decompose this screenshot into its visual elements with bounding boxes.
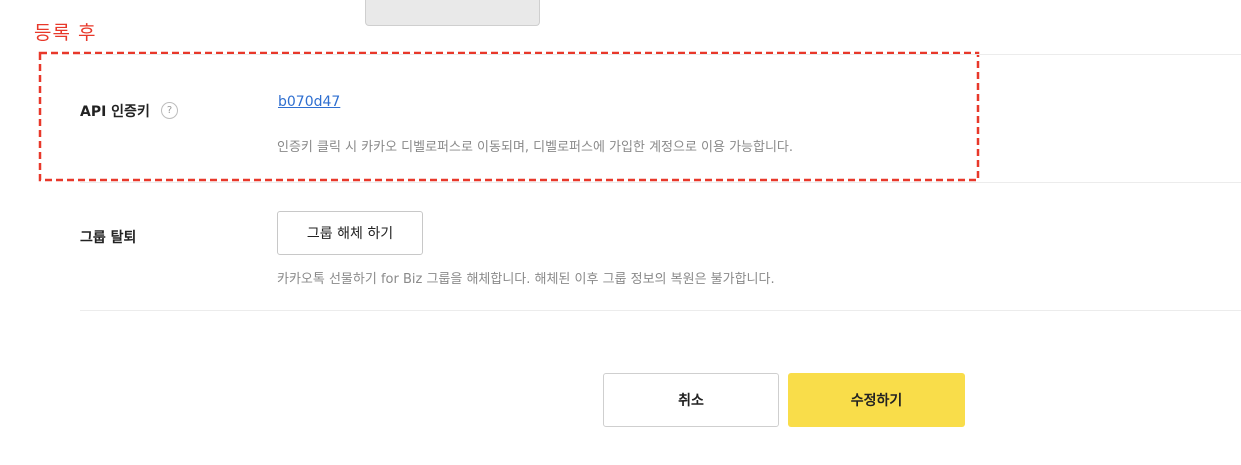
- partial-button[interactable]: [365, 0, 540, 26]
- cancel-button[interactable]: 취소: [603, 373, 779, 427]
- group-leave-label: 그룹 탈퇴: [80, 230, 137, 246]
- settings-page: 등록 후 API 인증키 ? b070d47 인증키 클릭 시 카카오 디벨로퍼…: [0, 0, 1241, 465]
- group-leave-description: 카카오톡 선물하기 for Biz 그룹을 해체합니다. 해체된 이후 그룹 정…: [277, 272, 775, 287]
- api-key-link[interactable]: b070d47: [278, 94, 340, 110]
- submit-button[interactable]: 수정하기: [788, 373, 965, 427]
- divider-bottom: [80, 310, 1241, 311]
- help-icon[interactable]: ?: [161, 102, 178, 119]
- api-key-description: 인증키 클릭 시 카카오 디벨로퍼스로 이동되며, 디벨로퍼스에 가입한 계정으…: [277, 140, 794, 155]
- dissolve-group-button[interactable]: 그룹 해체 하기: [277, 211, 423, 255]
- annotation-label: 등록 후: [34, 22, 97, 44]
- divider-middle: [80, 182, 1241, 183]
- api-key-label: API 인증키: [80, 104, 150, 120]
- divider-top: [80, 54, 1241, 55]
